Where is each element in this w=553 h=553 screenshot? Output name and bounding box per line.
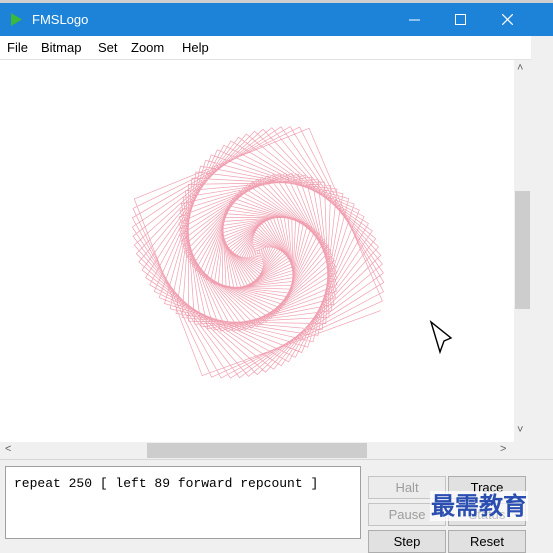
close-button[interactable] [484, 3, 530, 36]
scroll-left-arrow-icon[interactable]: < [5, 443, 11, 455]
watermark-logo: 最需教育 [430, 491, 528, 521]
fmslogo-app-icon [8, 12, 23, 27]
horizontal-scrollbar[interactable]: < > [0, 442, 514, 459]
menu-file[interactable]: File [7, 40, 28, 55]
title-bar[interactable]: FMSLogo [0, 3, 553, 36]
menu-help[interactable]: Help [182, 40, 209, 55]
horizontal-scroll-thumb[interactable] [147, 443, 367, 458]
window-title: FMSLogo [32, 12, 89, 27]
menu-bar: File Bitmap Set Zoom Help [0, 36, 553, 60]
maximize-button[interactable] [437, 3, 483, 36]
minimize-icon [408, 19, 420, 21]
turtle-drawing [131, 126, 453, 379]
close-icon [501, 14, 513, 25]
menu-bitmap[interactable]: Bitmap [41, 40, 81, 55]
step-button[interactable]: Step [368, 530, 446, 553]
menu-zoom[interactable]: Zoom [131, 40, 164, 55]
scroll-right-arrow-icon[interactable]: > [500, 443, 506, 455]
vertical-scrollbar[interactable]: ˄ ˅ [514, 60, 531, 442]
command-history-box[interactable]: repeat 250 [ left 89 forward repcount ] [5, 466, 361, 539]
reset-button[interactable]: Reset [448, 530, 526, 553]
menu-set[interactable]: Set [98, 40, 118, 55]
minimize-button[interactable] [391, 3, 437, 36]
maximize-icon [454, 14, 466, 25]
scroll-down-arrow-icon[interactable]: ˅ [517, 424, 523, 436]
drawing-canvas[interactable] [0, 60, 514, 442]
scroll-up-arrow-icon[interactable]: ˄ [517, 62, 523, 74]
square-spiral-path [131, 126, 385, 379]
vertical-scroll-thumb[interactable] [515, 191, 530, 309]
scrollbar-corner [514, 442, 531, 459]
command-history-line: repeat 250 [ left 89 forward repcount ] [14, 476, 319, 491]
window-right-edge [531, 36, 553, 466]
turtle-cursor-icon [429, 320, 453, 355]
